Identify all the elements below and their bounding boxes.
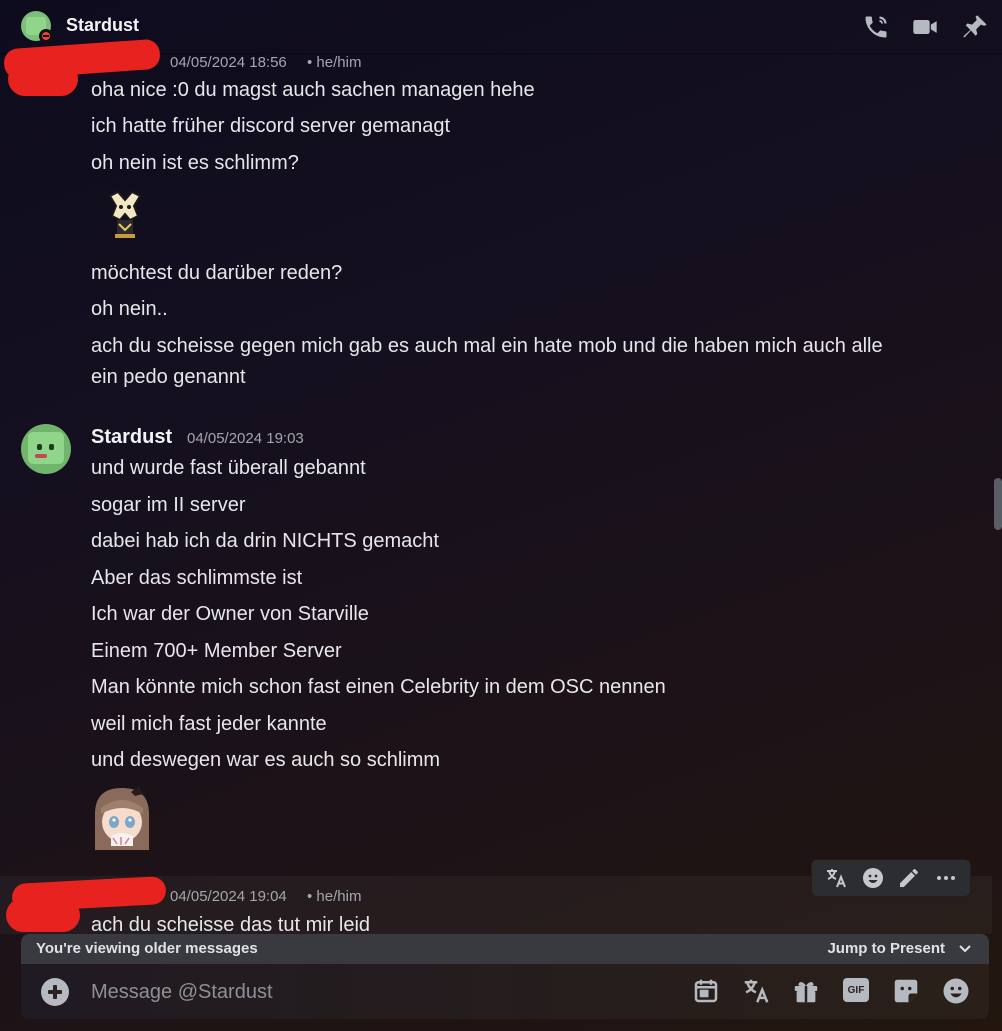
message-actions-toolbar: [811, 859, 971, 897]
message-line[interactable]: Man könnte mich schon fast einen Celebri…: [91, 676, 666, 699]
sticker-icon[interactable]: [891, 976, 921, 1006]
emoji-reaction-icon[interactable]: [859, 864, 887, 892]
more-icon[interactable]: [932, 864, 960, 892]
emoji-icon[interactable]: [941, 976, 971, 1006]
message-timestamp: 04/05/2024 19:04: [170, 888, 287, 905]
message-line[interactable]: ich hatte früher discord server gemanagt: [91, 115, 450, 138]
phone-call-icon[interactable]: [862, 13, 890, 41]
scrollbar[interactable]: [994, 60, 1002, 930]
pin-icon[interactable]: [961, 13, 989, 41]
message-list[interactable]: 04/05/2024 18:56 • he/him oha nice :0 du…: [0, 54, 992, 934]
message-line[interactable]: Aber das schlimmste ist: [91, 567, 302, 590]
video-call-icon[interactable]: [911, 13, 939, 41]
message-line[interactable]: dabei hab ich da drin NICHTS gemacht: [91, 530, 439, 553]
scrollbar-thumb[interactable]: [994, 478, 1002, 530]
jump-to-present-button[interactable]: Jump to Present: [827, 940, 945, 957]
message-line[interactable]: Einem 700+ Member Server: [91, 640, 342, 663]
message-line[interactable]: weil mich fast jeder kannte: [91, 713, 327, 736]
emoji-sticker[interactable]: [91, 784, 153, 850]
pronouns: • he/him: [307, 54, 362, 71]
message-line[interactable]: und wurde fast überall gebannt: [91, 457, 366, 480]
add-icon[interactable]: [41, 978, 69, 1006]
older-messages-bar: You're viewing older messages Jump to Pr…: [21, 934, 989, 964]
chevron-down-icon[interactable]: [957, 940, 973, 956]
message-line[interactable]: sogar im II server: [91, 494, 245, 517]
translate-icon[interactable]: [741, 976, 771, 1006]
gif-icon[interactable]: GIF: [843, 978, 869, 1002]
message-line[interactable]: oh nein ist es schlimm?: [91, 152, 299, 175]
avatar[interactable]: [21, 424, 71, 474]
translate-icon[interactable]: [822, 864, 850, 892]
message-line[interactable]: ach du scheisse gegen mich gab es auch m…: [91, 335, 883, 358]
avatar[interactable]: [21, 11, 53, 43]
message-timestamp: 04/05/2024 19:03: [187, 430, 304, 447]
message-line[interactable]: ein pedo genannt: [91, 366, 246, 389]
edit-icon[interactable]: [895, 864, 923, 892]
message-input[interactable]: [91, 976, 651, 1008]
pronouns: • he/him: [307, 888, 362, 905]
page-title[interactable]: Stardust: [66, 15, 139, 36]
message-composer: GIF: [21, 964, 989, 1019]
message-line[interactable]: und deswegen war es auch so schlimm: [91, 749, 440, 772]
message-line[interactable]: möchtest du darüber reden?: [91, 262, 342, 285]
message-timestamp: 04/05/2024 18:56: [170, 54, 287, 71]
emoji-sticker[interactable]: [104, 190, 146, 240]
dnd-status-icon: [39, 29, 53, 43]
calendar-icon[interactable]: [691, 976, 721, 1006]
gift-icon[interactable]: [791, 976, 821, 1006]
message-author[interactable]: Stardust: [91, 426, 172, 449]
message-line[interactable]: oh nein..: [91, 298, 168, 321]
message-line[interactable]: Ich war der Owner von Starville: [91, 603, 369, 626]
message-line[interactable]: ach du scheisse das tut mir leid: [91, 914, 370, 934]
older-messages-label: You're viewing older messages: [36, 940, 258, 957]
message-line[interactable]: oha nice :0 du magst auch sachen managen…: [91, 79, 535, 102]
redacted-username: [6, 898, 80, 932]
